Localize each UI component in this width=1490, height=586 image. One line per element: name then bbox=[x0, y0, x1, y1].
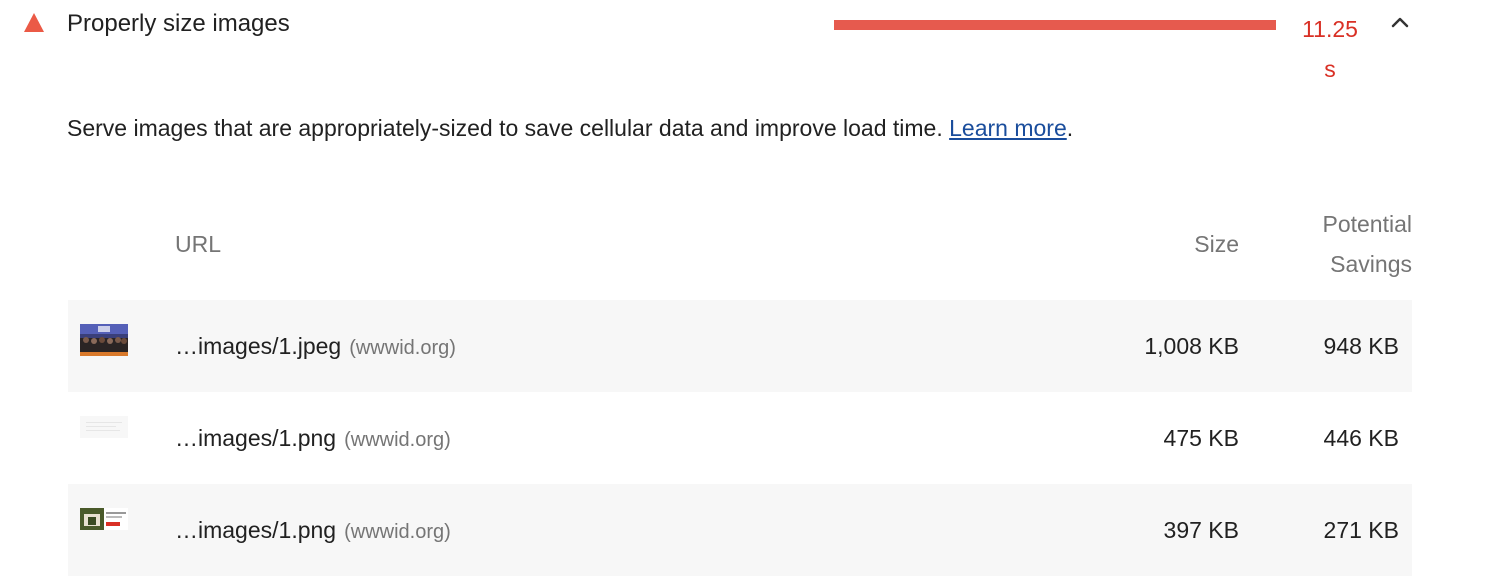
url-cell[interactable]: …images/1.jpeg (wwwid.org) bbox=[175, 330, 456, 364]
size-cell: 475 KB bbox=[1163, 425, 1239, 451]
audit-panel: Properly size images 11.25 s Serve image… bbox=[0, 0, 1490, 586]
url-path: …images/1.png bbox=[175, 425, 337, 451]
blank-thumbnail bbox=[80, 416, 128, 448]
url-origin: (wwwid.org) bbox=[349, 337, 456, 359]
audit-description: Serve images that are appropriately-size… bbox=[67, 113, 1073, 143]
size-cell: 1,008 KB bbox=[1144, 333, 1239, 359]
column-header-url: URL bbox=[175, 231, 222, 257]
banner-thumbnail bbox=[80, 508, 128, 540]
description-text: Serve images that are appropriately-size… bbox=[67, 115, 943, 141]
table-row[interactable]: …images/1.jpeg (wwwid.org) 1,008 KB 948 K… bbox=[68, 300, 1412, 392]
savings-value: 11.25 s bbox=[1302, 16, 1358, 82]
url-path: …images/1.png bbox=[175, 517, 337, 543]
url-origin: (wwwid.org) bbox=[344, 521, 451, 543]
url-origin: (wwwid.org) bbox=[344, 429, 451, 451]
audit-title: Properly size images bbox=[67, 10, 290, 37]
audit-header[interactable]: Properly size images 11.25 s bbox=[0, 0, 1490, 90]
warning-triangle-icon bbox=[24, 13, 44, 32]
learn-more-link[interactable]: Learn more bbox=[949, 115, 1067, 141]
details-table: URL Size Potential Savings …images/1.jpe… bbox=[68, 200, 1412, 576]
photo-thumbnail bbox=[80, 324, 128, 356]
url-cell[interactable]: …images/1.png (wwwid.org) bbox=[175, 514, 451, 548]
description-suffix: . bbox=[1066, 115, 1074, 141]
savings-cell: 948 KB bbox=[1323, 333, 1399, 359]
size-cell: 397 KB bbox=[1163, 517, 1239, 543]
url-cell[interactable]: …images/1.png (wwwid.org) bbox=[175, 422, 451, 456]
column-header-size: Size bbox=[1194, 231, 1239, 257]
table-row[interactable]: …images/1.png (wwwid.org) 475 KB 446 KB bbox=[68, 392, 1412, 484]
table-row[interactable]: …images/1.png (wwwid.org) 397 KB 271 KB bbox=[68, 484, 1412, 576]
chevron-up-icon[interactable] bbox=[1389, 11, 1411, 33]
savings-cell: 446 KB bbox=[1323, 425, 1399, 451]
column-header-potential-savings: Potential Savings bbox=[1322, 211, 1412, 277]
savings-bar bbox=[834, 20, 1276, 30]
table-header: URL Size Potential Savings bbox=[68, 200, 1412, 300]
savings-cell: 271 KB bbox=[1323, 517, 1399, 543]
savings-bar-fill bbox=[834, 20, 1276, 30]
url-path: …images/1.jpeg bbox=[175, 333, 342, 359]
